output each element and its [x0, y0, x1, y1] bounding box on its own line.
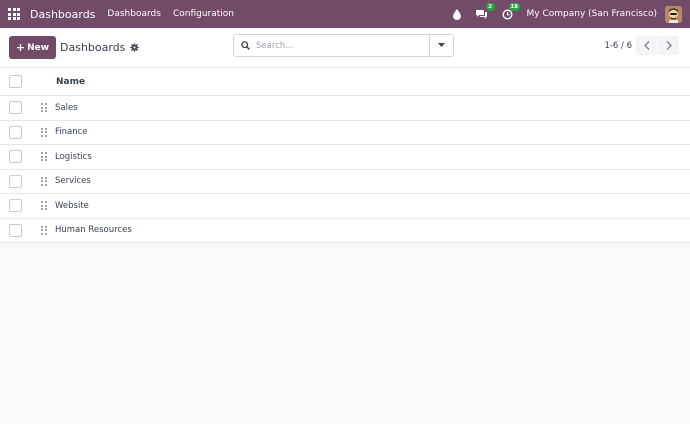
- row-name[interactable]: Finance: [55, 127, 88, 137]
- plus-icon: +: [15, 41, 26, 54]
- debug-drop-icon[interactable]: [452, 8, 461, 20]
- gear-icon[interactable]: [130, 43, 140, 52]
- row-name[interactable]: Website: [55, 201, 89, 211]
- search-input[interactable]: [256, 40, 429, 51]
- row-name[interactable]: Services: [55, 176, 91, 186]
- row-checkbox[interactable]: [9, 150, 22, 164]
- row-checkbox[interactable]: [9, 223, 22, 237]
- messages-icon[interactable]: 2: [475, 2, 495, 20]
- control-panel: + New Dashboards Search... 1-6 / 6: [0, 28, 690, 68]
- new-button-label: New: [27, 42, 50, 53]
- drag-handle-icon[interactable]: [41, 225, 48, 235]
- row-name[interactable]: Human Resources: [55, 225, 132, 235]
- user-avatar[interactable]: [665, 5, 682, 23]
- table-row[interactable]: Logistics: [0, 145, 690, 170]
- pager-next-button[interactable]: [658, 36, 679, 55]
- drag-handle-icon[interactable]: [41, 201, 48, 211]
- select-all-checkbox[interactable]: [9, 75, 22, 88]
- top-navbar: Dashboards Dashboards Configuration 2 18…: [0, 0, 690, 28]
- column-header-name[interactable]: Name: [56, 77, 85, 87]
- drag-handle-icon[interactable]: [41, 103, 48, 113]
- pager-previous-button[interactable]: [636, 36, 657, 55]
- menu-configuration[interactable]: Configuration: [173, 9, 234, 19]
- table-row[interactable]: Sales: [0, 96, 690, 121]
- table-row[interactable]: Services: [0, 170, 690, 194]
- new-button[interactable]: + New: [9, 36, 56, 59]
- row-checkbox[interactable]: [9, 199, 22, 213]
- table-row[interactable]: Finance: [0, 121, 690, 145]
- drag-handle-icon[interactable]: [41, 176, 48, 186]
- caret-down-icon: [438, 43, 445, 47]
- search-icon: [241, 41, 250, 50]
- drag-handle-icon[interactable]: [41, 127, 48, 137]
- table-row[interactable]: Website: [0, 194, 690, 219]
- chevron-right-icon: [666, 41, 672, 50]
- drag-handle-icon[interactable]: [41, 152, 48, 162]
- app-title[interactable]: Dashboards: [30, 8, 95, 21]
- table-header-row: Name: [0, 68, 690, 96]
- company-switcher[interactable]: My Company (San Francisco): [527, 9, 657, 19]
- row-name[interactable]: Logistics: [55, 152, 92, 162]
- list-view: Name Sales Finance Logistics Services We…: [0, 68, 690, 243]
- row-checkbox[interactable]: [9, 125, 22, 139]
- menu-dashboards[interactable]: Dashboards: [107, 9, 161, 19]
- page-title: Dashboards: [60, 41, 126, 54]
- row-checkbox[interactable]: [9, 174, 22, 188]
- activities-badge: 18: [508, 2, 520, 11]
- pager: 1-6 / 6: [604, 36, 679, 55]
- row-checkbox[interactable]: [9, 101, 22, 115]
- table-row[interactable]: Human Resources: [0, 219, 690, 243]
- pager-value[interactable]: 1-6 / 6: [604, 41, 632, 51]
- row-name[interactable]: Sales: [55, 103, 78, 113]
- chevron-left-icon: [643, 41, 649, 50]
- breadcrumb: Dashboards: [60, 41, 140, 54]
- activities-clock-icon[interactable]: 18: [502, 2, 520, 20]
- search-options-toggle[interactable]: [429, 35, 453, 56]
- messages-badge: 2: [485, 2, 495, 11]
- apps-menu-icon[interactable]: [8, 8, 20, 20]
- search-bar: [233, 34, 454, 57]
